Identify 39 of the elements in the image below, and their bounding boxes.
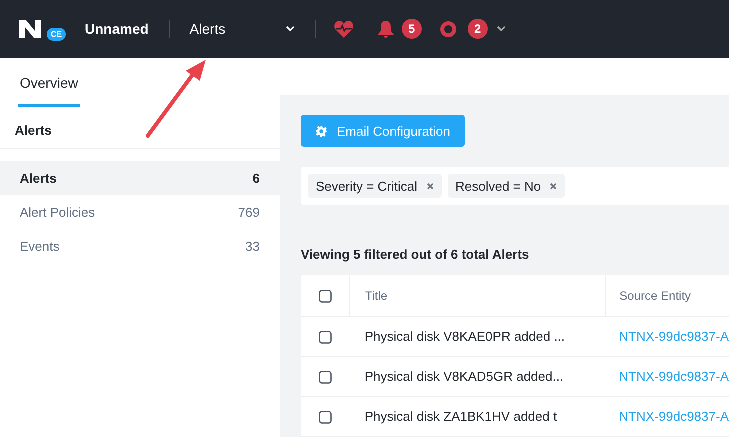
sidebar-item[interactable]: Alerts 6 <box>0 161 280 195</box>
column-header[interactable]: Title <box>350 275 606 316</box>
table-cell: Physical disk V8KAD5GR added... <box>350 356 606 396</box>
alert-count-badge[interactable]: 5 <box>402 19 422 39</box>
checkbox[interactable] <box>318 411 332 424</box>
source-link[interactable]: NTNX-99dc9837-A <box>619 409 729 424</box>
table-cell: Physical disk ZA1BK1HV added t <box>350 396 606 436</box>
source-link[interactable]: NTNX-99dc9837-A <box>619 329 729 344</box>
checkbox[interactable] <box>318 290 332 303</box>
event-count-badge[interactable]: 2 <box>468 19 488 39</box>
email-configuration-button[interactable]: Email Configuration <box>301 115 466 147</box>
page-title[interactable]: Alerts <box>190 21 286 37</box>
sidebar-item[interactable]: Events 33 <box>0 229 280 263</box>
checkbox[interactable] <box>318 371 332 384</box>
remove-icon[interactable] <box>550 182 558 190</box>
bell-icon[interactable] <box>378 20 394 38</box>
item-count: 769 <box>238 204 260 220</box>
heart-pulse-icon[interactable] <box>334 20 354 38</box>
overview-tab[interactable]: Overview <box>18 75 80 107</box>
edition-badge: CE <box>46 27 68 42</box>
item-count: 6 <box>252 170 260 186</box>
item-label: Events <box>20 238 60 254</box>
checkbox[interactable] <box>318 331 332 344</box>
remove-icon[interactable] <box>426 182 434 190</box>
filter-chip[interactable]: Resolved = No <box>448 174 566 198</box>
item-count: 33 <box>246 238 260 254</box>
filter-bar[interactable]: Severity = Critical Resolved = No <box>301 167 729 205</box>
ring-icon[interactable] <box>440 20 457 38</box>
column-header[interactable]: Source Entity <box>605 275 729 316</box>
source-link[interactable]: NTNX-99dc9837-A <box>619 369 729 384</box>
item-label: Alert Policies <box>20 204 96 220</box>
chevron-down-icon[interactable] <box>496 26 506 32</box>
sidebar-item[interactable]: Alert Policies 769 <box>0 195 280 229</box>
table-cell: Physical disk V8KAE0PR added ... <box>350 316 606 356</box>
results-summary: Viewing 5 filtered out of 6 total Alerts <box>301 247 530 262</box>
cluster-name[interactable]: Unnamed <box>85 21 149 37</box>
filter-chip[interactable]: Severity = Critical <box>308 174 442 198</box>
item-label: Alerts <box>20 170 57 186</box>
gear-icon <box>316 126 327 136</box>
